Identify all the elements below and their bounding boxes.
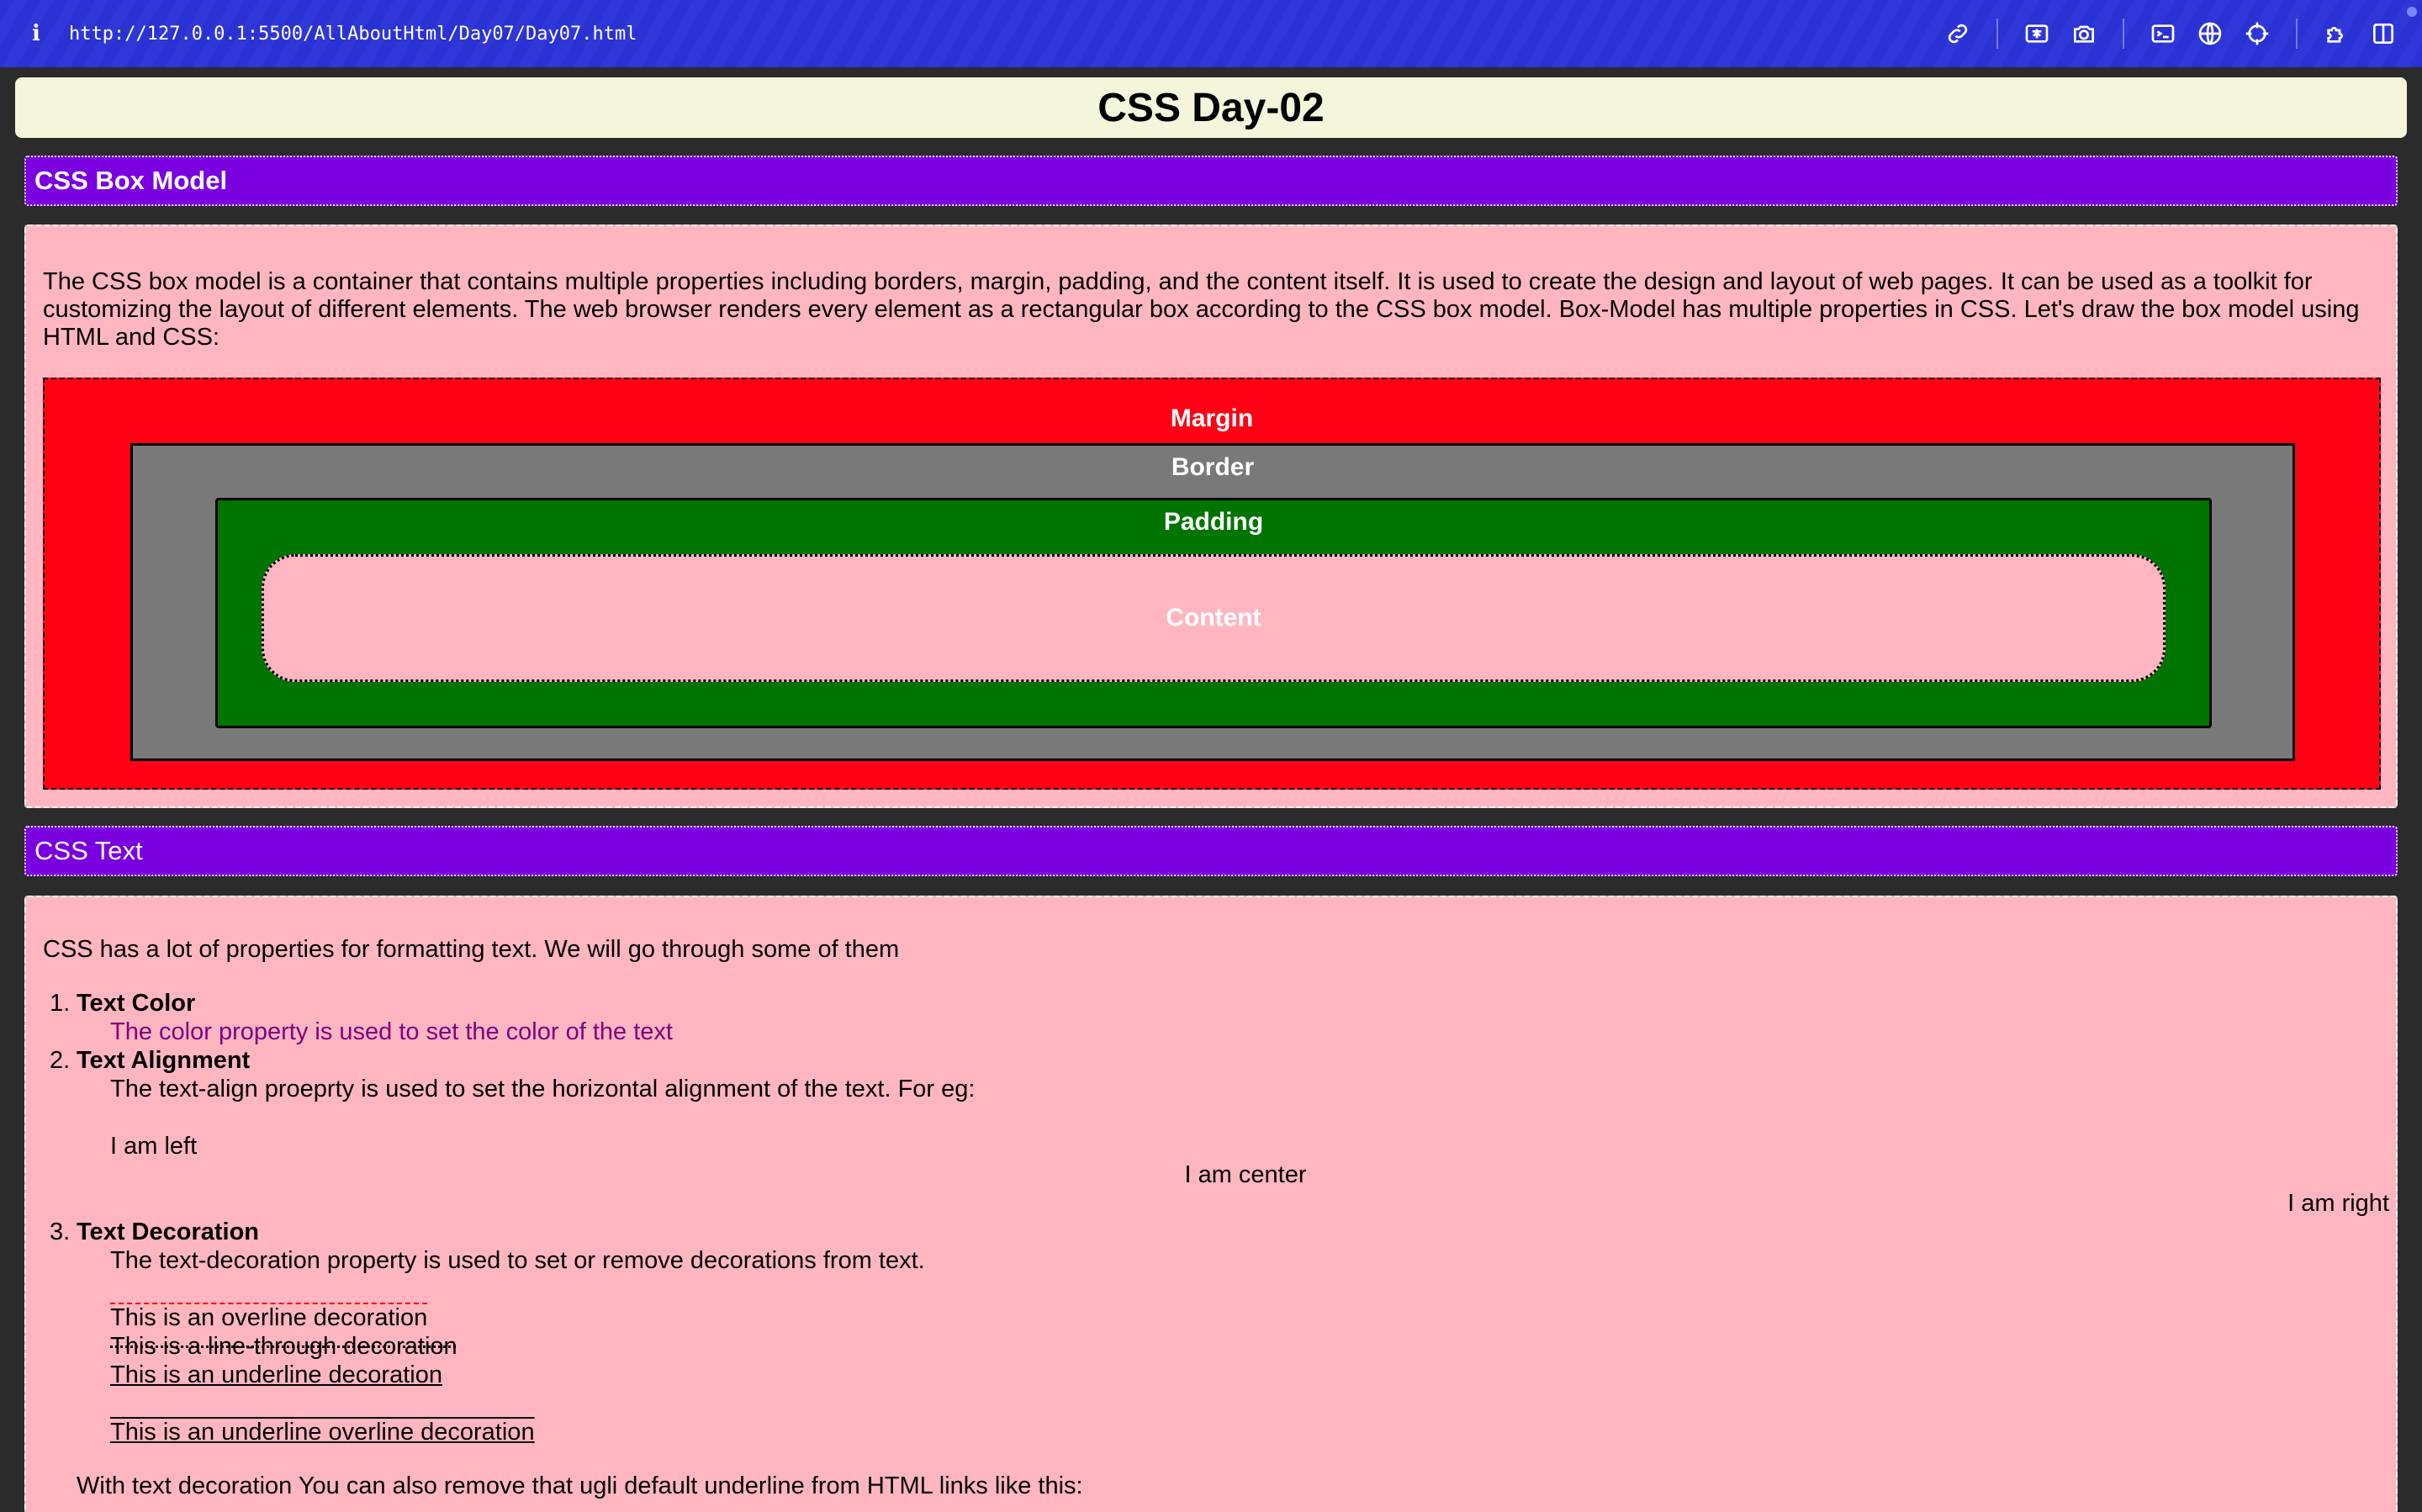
- extensions-icon[interactable]: [2319, 17, 2353, 50]
- toolbar-separator: [2296, 19, 2298, 49]
- terminal-icon[interactable]: [2146, 17, 2180, 50]
- box-model-content: Content: [262, 554, 2166, 682]
- page-title-bar: CSS Day-02: [15, 77, 2407, 138]
- text-color-desc: The color property is used to set the co…: [110, 1018, 673, 1045]
- content-label: Content: [1166, 604, 1261, 632]
- section-heading-css-text: CSS Text: [24, 826, 2398, 876]
- padding-label: Padding: [1163, 508, 1264, 536]
- border-label: Border: [1171, 453, 1255, 481]
- section-heading-box-model: CSS Box Model: [24, 156, 2398, 206]
- toolbar-icons: [1934, 0, 2407, 67]
- underline-overline-example: This is an underline overline decoration: [110, 1419, 535, 1446]
- align-right-example: I am right: [2287, 1190, 2389, 1217]
- text-color-title: Text Color: [77, 990, 196, 1017]
- browser-toolbar: i http://127.0.0.1:5500/AllAboutHtml/Day…: [0, 0, 2422, 67]
- text-decoration-footer: With text decoration You can also remove…: [77, 1472, 1083, 1499]
- camera-icon[interactable]: [2067, 17, 2101, 50]
- sidebar-icon[interactable]: [2366, 17, 2400, 50]
- box-model-intro: The CSS box model is a container that co…: [43, 268, 2360, 351]
- text-decoration-title: Text Decoration: [77, 1219, 260, 1245]
- url-bar[interactable]: http://127.0.0.1:5500/AllAboutHtml/Day07…: [69, 24, 637, 45]
- toolbar-separator: [1996, 19, 1998, 49]
- page-content: CSS Day-02 CSS Box Model The CSS box mod…: [0, 67, 2422, 1512]
- translate-icon[interactable]: [2020, 17, 2054, 50]
- link-icon[interactable]: [1941, 17, 1975, 50]
- align-center-example: I am center: [1184, 1161, 1307, 1188]
- list-number: 3.: [50, 1219, 71, 1245]
- toolbar-separator: [2123, 19, 2124, 49]
- page-title: CSS Day-02: [1097, 85, 1325, 130]
- text-alignment-desc: The text-align proeprty is used to set t…: [110, 1076, 976, 1102]
- list-number: 1.: [50, 990, 71, 1017]
- align-left-example: I am left: [110, 1133, 198, 1160]
- list-number: 2.: [50, 1047, 71, 1074]
- css-text-intro: CSS has a lot of properties for formatti…: [43, 936, 900, 963]
- box-model-padding: Padding Content: [215, 498, 2212, 728]
- text-alignment-title: Text Alignment: [77, 1047, 251, 1074]
- underline-example: This is an underline decoration: [110, 1361, 442, 1388]
- box-model-margin: Margin Border Padding Content: [43, 378, 2381, 790]
- site-info-icon[interactable]: i: [24, 21, 49, 46]
- notification-dot: [2407, 7, 2417, 17]
- globe-icon[interactable]: [2193, 17, 2227, 50]
- margin-label: Margin: [1170, 404, 1254, 432]
- overline-example: This is an overline decoration: [110, 1304, 428, 1331]
- linethrough-example: This is a line-through decoration: [110, 1333, 457, 1360]
- box-model-border: Border Padding Content: [130, 443, 2295, 761]
- text-decoration-desc: The text-decoration property is used to …: [110, 1247, 925, 1274]
- crosshair-icon[interactable]: [2240, 17, 2274, 50]
- box-model-section: The CSS box model is a container that co…: [24, 225, 2398, 808]
- css-text-section: CSS has a lot of properties for formatti…: [24, 896, 2398, 1512]
